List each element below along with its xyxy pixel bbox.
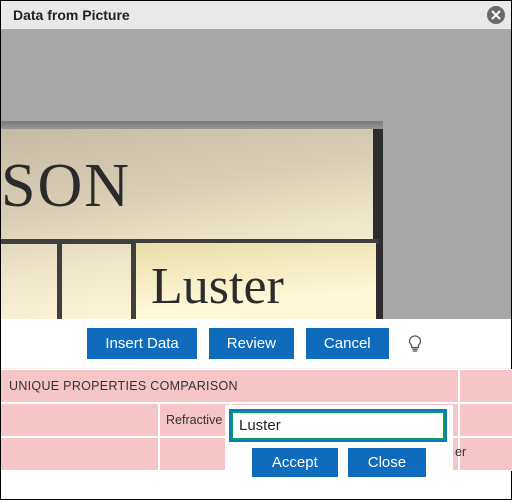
grid-cell[interactable]: Refractive I <box>159 403 231 437</box>
grid-cell[interactable] <box>459 403 512 437</box>
review-popup-buttons: Accept Close <box>231 448 447 477</box>
grid-cell[interactable] <box>459 369 512 403</box>
grid-header-cell[interactable]: UNIQUE PROPERTIES COMPARISON <box>1 369 459 403</box>
close-icon[interactable] <box>487 6 505 24</box>
result-grid: UNIQUE PROPERTIES COMPARISON Refractive … <box>1 369 511 499</box>
review-input[interactable] <box>231 411 445 440</box>
picture-preview: SON Luster <box>1 29 511 319</box>
grid-cell[interactable] <box>459 437 512 471</box>
insert-data-button[interactable]: Insert Data <box>87 328 196 359</box>
grid-cell[interactable] <box>1 437 159 471</box>
cancel-button[interactable]: Cancel <box>306 328 389 359</box>
review-button[interactable]: Review <box>209 328 294 359</box>
ocr-fragment-text: SON <box>1 151 131 222</box>
table-line <box>57 241 62 319</box>
lightbulb-icon[interactable] <box>405 334 425 354</box>
titlebar: Data from Picture <box>1 1 511 29</box>
grid-cell-text: Refractive I <box>166 413 229 427</box>
close-button[interactable]: Close <box>348 448 426 477</box>
grid-cell[interactable] <box>1 403 159 437</box>
action-bar: Insert Data Review Cancel <box>1 319 511 369</box>
grid-header-text: UNIQUE PROPERTIES COMPARISON <box>9 379 238 393</box>
window-title: Data from Picture <box>13 7 130 23</box>
ocr-cell-text: Luster <box>151 257 284 316</box>
review-popup: Accept Close <box>225 405 453 485</box>
accept-button[interactable]: Accept <box>252 448 338 477</box>
grid-cell-text-fragment: er <box>455 445 466 459</box>
